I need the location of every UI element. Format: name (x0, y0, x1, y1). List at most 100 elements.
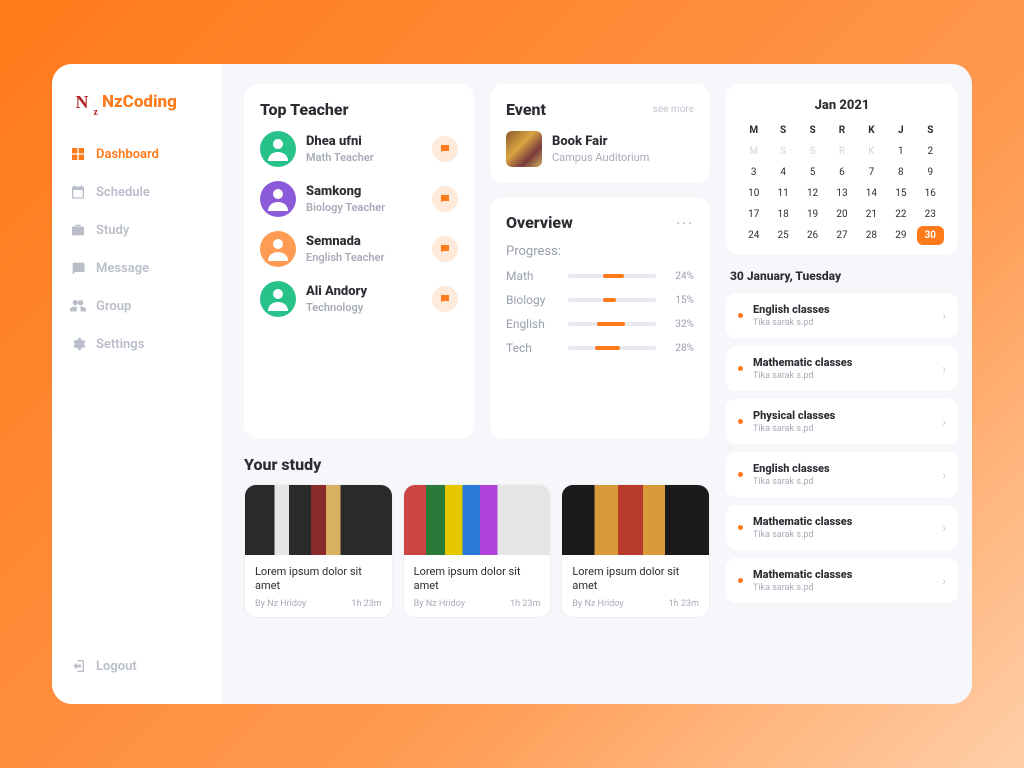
calendar-weekday: S (917, 121, 944, 140)
more-icon[interactable]: ··· (676, 216, 694, 230)
calendar-day[interactable]: 14 (858, 184, 885, 203)
agenda-section: 30 January, Tuesday English classesTika … (726, 269, 958, 603)
progress-label: Math (506, 269, 562, 283)
calendar-day[interactable]: 27 (828, 226, 855, 245)
grid-icon (70, 146, 86, 162)
sidebar-item-message[interactable]: Message (60, 250, 214, 286)
calendar-day[interactable]: 5 (799, 163, 826, 182)
calendar-day[interactable]: 17 (740, 205, 767, 224)
calendar-weekday: R (828, 121, 855, 140)
calendar-day[interactable]: 19 (799, 205, 826, 224)
study-duration: 1h 23m (510, 599, 540, 609)
sidebar-item-label: Schedule (96, 185, 150, 200)
calendar-weekday: M (740, 121, 767, 140)
teacher-row[interactable]: SamkongBiology Teacher (260, 181, 458, 217)
chevron-right-icon: › (942, 309, 946, 323)
calendar-day[interactable]: 15 (887, 184, 914, 203)
see-more-link[interactable]: see more (653, 104, 694, 115)
calendar-day[interactable]: 12 (799, 184, 826, 203)
calendar-day[interactable]: 28 (858, 226, 885, 245)
teacher-row[interactable]: SemnadaEnglish Teacher (260, 231, 458, 267)
sidebar: N NzCoding DashboardScheduleStudyMessage… (52, 64, 222, 704)
calendar-day[interactable]: 23 (917, 205, 944, 224)
calendar-weekday: S (799, 121, 826, 140)
chat-button[interactable] (432, 236, 458, 262)
calendar-day[interactable]: 8 (887, 163, 914, 182)
brand-name: NzCoding (102, 92, 177, 112)
teacher-name: Ali Andory (306, 284, 422, 299)
calendar-day[interactable]: 6 (828, 163, 855, 182)
study-thumbnail (562, 485, 709, 555)
agenda-item[interactable]: Mathematic classesTika sarak s.pd› (726, 505, 958, 550)
calendar-day[interactable]: 2 (917, 142, 944, 161)
calendar-day[interactable]: 22 (887, 205, 914, 224)
agenda-item[interactable]: Mathematic classes Tika sarak s.pd › (726, 558, 958, 603)
agenda-item[interactable]: Physical classesTika sarak s.pd› (726, 399, 958, 444)
calendar-day[interactable]: 1 (887, 142, 914, 161)
agenda-sub: Tika sarak s.pd (753, 583, 932, 593)
avatar (260, 281, 296, 317)
agenda-item[interactable]: English classesTika sarak s.pd› (726, 452, 958, 497)
agenda-name: Mathematic classes (753, 515, 932, 528)
study-card[interactable]: Lorem ipsum dolor sit ametBy Nz Hridoy1h… (403, 484, 552, 619)
calendar-day[interactable]: 4 (769, 163, 796, 182)
agenda-sub: Tika sarak s.pd (753, 318, 932, 328)
study-card[interactable]: Lorem ipsum dolor sit ametBy Nz Hridoy1h… (561, 484, 710, 619)
chat-button[interactable] (432, 286, 458, 312)
calendar-day[interactable]: 9 (917, 163, 944, 182)
calendar-day[interactable]: 10 (740, 184, 767, 203)
sidebar-item-settings[interactable]: Settings (60, 326, 214, 362)
calendar-prev-weekday: S (799, 142, 826, 161)
agenda-item[interactable]: English classes Tika sarak s.pd › (726, 293, 958, 338)
sidebar-item-dashboard[interactable]: Dashboard (60, 136, 214, 172)
calendar-card: Jan 2021 MSSRKJSMSSRK1234567891011121314… (726, 84, 958, 255)
calendar-prev-weekday: M (740, 142, 767, 161)
avatar (260, 181, 296, 217)
progress-bar (568, 346, 656, 350)
event-row[interactable]: Book Fair Campus Auditorium (506, 131, 694, 167)
your-study-title: Your study (244, 455, 710, 474)
calendar-day[interactable]: 29 (887, 226, 914, 245)
teacher-row[interactable]: Ali AndoryTechnology (260, 281, 458, 317)
calendar-day[interactable]: 16 (917, 184, 944, 203)
logout-label: Logout (96, 659, 137, 674)
calendar-day[interactable]: 26 (799, 226, 826, 245)
calendar-day[interactable]: 24 (740, 226, 767, 245)
chat-button[interactable] (432, 186, 458, 212)
study-author: By Nz Hridoy (255, 599, 306, 609)
teacher-list: Dhea ufniMath Teacher SamkongBiology Teac… (260, 131, 458, 317)
sidebar-item-group[interactable]: Group (60, 288, 214, 324)
overview-title: Overview (506, 213, 573, 232)
agenda-name: English classes (753, 303, 932, 316)
agenda-name: Mathematic classes (753, 568, 932, 581)
calendar-weekday: S (769, 121, 796, 140)
teacher-row[interactable]: Dhea ufniMath Teacher (260, 131, 458, 167)
progress-label: Biology (506, 293, 562, 307)
agenda-list: English classes Tika sarak s.pd › Mathemati… (726, 293, 958, 603)
calendar-day[interactable]: 3 (740, 163, 767, 182)
calendar-day[interactable]: 18 (769, 205, 796, 224)
your-study-section: Your study Lorem ipsum dolor sit ametBy … (244, 455, 710, 686)
dot-icon (738, 525, 743, 530)
study-thumbnail (404, 485, 551, 555)
calendar-day[interactable]: 7 (858, 163, 885, 182)
progress-percent: 32% (662, 319, 694, 330)
logout-button[interactable]: Logout (52, 648, 222, 684)
sidebar-item-schedule[interactable]: Schedule (60, 174, 214, 210)
chevron-right-icon: › (942, 521, 946, 535)
calendar-day[interactable]: 13 (828, 184, 855, 203)
calendar-day[interactable]: 21 (858, 205, 885, 224)
sidebar-item-study[interactable]: Study (60, 212, 214, 248)
teacher-name: Dhea ufni (306, 134, 422, 149)
calendar-day[interactable]: 11 (769, 184, 796, 203)
main-content: Top Teacher Dhea ufniMath TeacherSamkong… (222, 64, 972, 704)
agenda-item[interactable]: Mathematic classesTika sarak s.pd› (726, 346, 958, 391)
calendar-day[interactable]: 20 (828, 205, 855, 224)
study-row: Lorem ipsum dolor sit ametBy Nz Hridoy1h… (244, 484, 710, 619)
event-overview-column: Event see more Book Fair Campus Auditori… (490, 84, 710, 439)
chat-button[interactable] (432, 136, 458, 162)
calendar-day[interactable]: 25 (769, 226, 796, 245)
study-card[interactable]: Lorem ipsum dolor sit ametBy Nz Hridoy1h… (244, 484, 393, 619)
calendar-day[interactable]: 30 (917, 226, 944, 245)
chevron-right-icon: › (942, 574, 946, 588)
